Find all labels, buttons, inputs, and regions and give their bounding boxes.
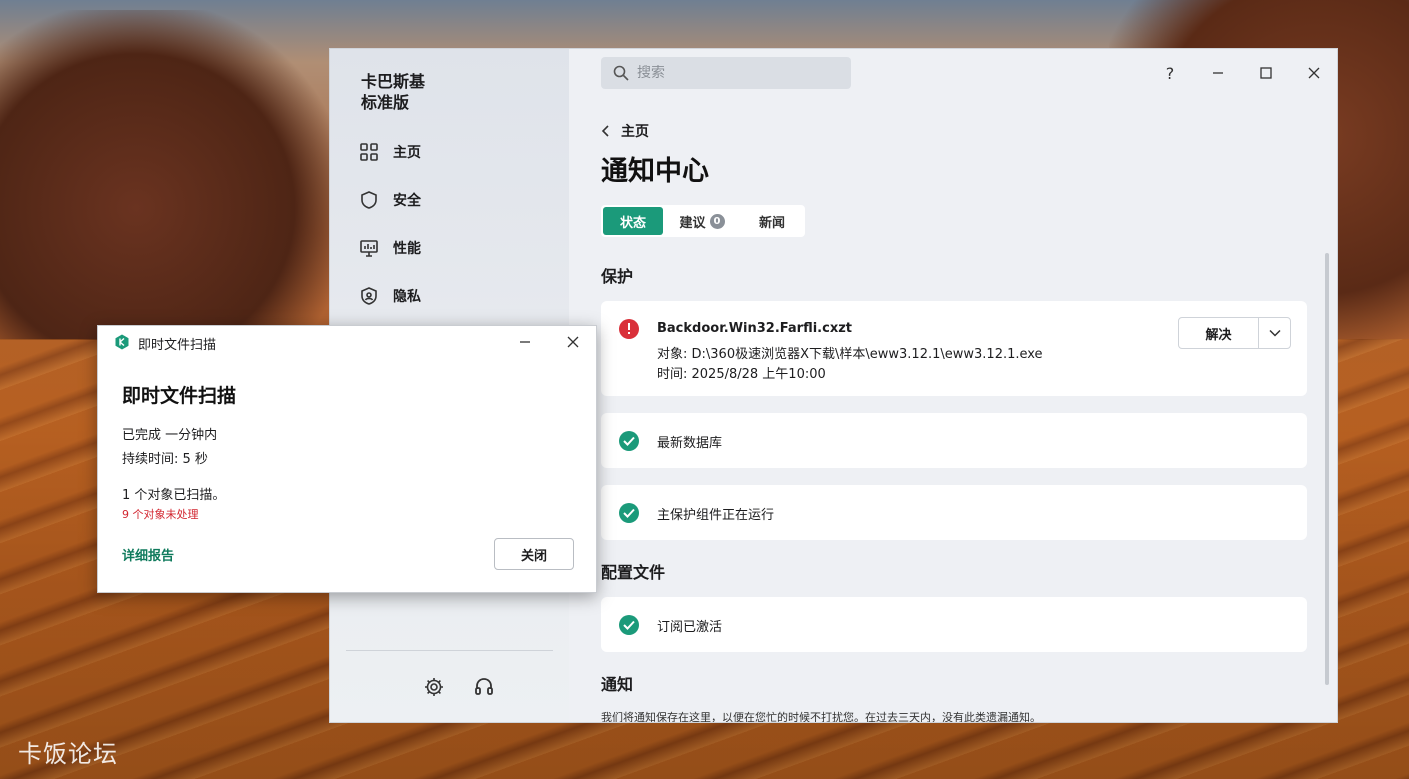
back-label: 主页: [621, 124, 649, 140]
suggestions-count-badge: 0: [709, 213, 725, 229]
page-title: 通知中心: [601, 156, 709, 187]
threat-time: 时间: 2025/8/28 上午10:00: [657, 367, 826, 382]
close-window-button[interactable]: [1304, 63, 1324, 83]
privacy-shield-icon: [361, 287, 377, 305]
sidebar-item-performance[interactable]: 性能: [359, 233, 421, 263]
tab-status[interactable]: 状态: [603, 207, 663, 235]
dialog-minimize-button[interactable]: [515, 332, 535, 352]
headset-icon[interactable]: [473, 676, 495, 698]
back-link[interactable]: 主页: [601, 121, 649, 141]
scan-result-dialog: 即时文件扫描 即时文件扫描 已完成 一分钟内 持续时间: 5 秒 1 个对象已扫…: [97, 325, 597, 593]
sidebar-item-label: 安全: [393, 193, 421, 209]
unprocessed-count-text: 9 个对象未处理: [122, 508, 199, 521]
resolve-button[interactable]: 解决: [1179, 318, 1259, 348]
shield-icon: [361, 191, 377, 209]
gear-icon[interactable]: [423, 676, 445, 698]
scan-duration-text: 持续时间: 5 秒: [122, 452, 208, 467]
status-text: 主保护组件正在运行: [657, 508, 775, 523]
scan-completed-text: 已完成 一分钟内: [122, 428, 218, 443]
grid-icon: [360, 143, 378, 161]
chevron-left-icon: [601, 125, 609, 137]
close-icon: [1308, 67, 1320, 79]
desktop-rock-left: [0, 10, 340, 340]
tab-label: 建议: [679, 215, 706, 231]
status-text: 订阅已激活: [657, 620, 723, 635]
brand-title: 卡巴斯基 标准版: [361, 71, 425, 113]
tab-suggestions[interactable]: 建议 0: [663, 207, 741, 235]
tab-label: 新闻: [758, 215, 785, 231]
check-icon: [619, 615, 639, 635]
search-input[interactable]: [637, 65, 827, 81]
threat-name: Backdoor.Win32.Farfli.cxzt: [657, 321, 852, 336]
sidebar-item-label: 性能: [393, 241, 421, 257]
search-icon: [613, 65, 629, 81]
forum-watermark: 卡饭论坛: [18, 740, 118, 768]
main-content: ? 主页 通知中心 状态 建议 0 新闻 保护: [569, 49, 1337, 722]
status-card-database[interactable]: 最新数据库: [601, 413, 1307, 468]
scanned-count-text: 1 个对象已扫描。: [122, 488, 226, 503]
resolve-split-button: 解决: [1178, 317, 1291, 349]
tab-label: 状态: [619, 215, 646, 231]
section-config-heading: 配置文件: [601, 563, 666, 582]
brand-line-2: 标准版: [361, 93, 410, 112]
search-box[interactable]: [601, 57, 851, 89]
dialog-heading: 即时文件扫描: [122, 385, 237, 407]
tab-bar: 状态 建议 0 新闻: [601, 205, 805, 237]
content-scrollbar[interactable]: [1325, 253, 1329, 685]
detailed-report-link[interactable]: 详细报告: [122, 545, 174, 564]
maximize-icon: [1260, 67, 1272, 79]
section-notices-heading: 通知: [601, 675, 634, 694]
status-card-components[interactable]: 主保护组件正在运行: [601, 485, 1307, 540]
dialog-close-x-button[interactable]: [563, 332, 583, 352]
sidebar-item-privacy[interactable]: 隐私: [359, 281, 421, 311]
close-icon: [567, 336, 579, 348]
alert-icon: [619, 319, 639, 339]
maximize-button[interactable]: [1256, 63, 1276, 83]
resolve-options-dropdown[interactable]: [1259, 318, 1290, 348]
dialog-close-button[interactable]: 关闭: [494, 538, 574, 570]
status-text: 最新数据库: [657, 436, 723, 451]
help-button[interactable]: ?: [1160, 63, 1180, 83]
check-icon: [619, 503, 639, 523]
monitor-icon: [360, 240, 378, 257]
minimize-icon: [1213, 72, 1223, 74]
sidebar-item-home[interactable]: 主页: [359, 137, 421, 167]
sidebar-item-security[interactable]: 安全: [359, 185, 421, 215]
brand-line-1: 卡巴斯基: [361, 72, 426, 91]
sidebar-item-label: 主页: [393, 145, 421, 161]
minimize-icon: [520, 341, 530, 343]
section-protection-heading: 保护: [601, 267, 634, 286]
dialog-window-title: 即时文件扫描: [138, 338, 217, 353]
check-icon: [619, 431, 639, 451]
threat-object-path: 对象: D:\360极速浏览器X下载\样本\eww3.12.1\eww3.12.…: [657, 347, 1043, 362]
threat-card: Backdoor.Win32.Farfli.cxzt 对象: D:\360极速浏…: [601, 301, 1307, 396]
tab-news[interactable]: 新闻: [741, 207, 803, 235]
status-card-subscription[interactable]: 订阅已激活: [601, 597, 1307, 652]
minimize-button[interactable]: [1208, 63, 1228, 83]
chevron-down-icon: [1268, 329, 1281, 337]
sidebar-item-label: 隐私: [393, 289, 421, 305]
notices-description: 我们将通知保存在这里，以便在您忙的时候不打扰您。在过去三天内，没有此类遗漏通知。: [601, 711, 1041, 723]
sidebar-divider: [346, 650, 553, 651]
kaspersky-logo-icon: [115, 334, 129, 350]
